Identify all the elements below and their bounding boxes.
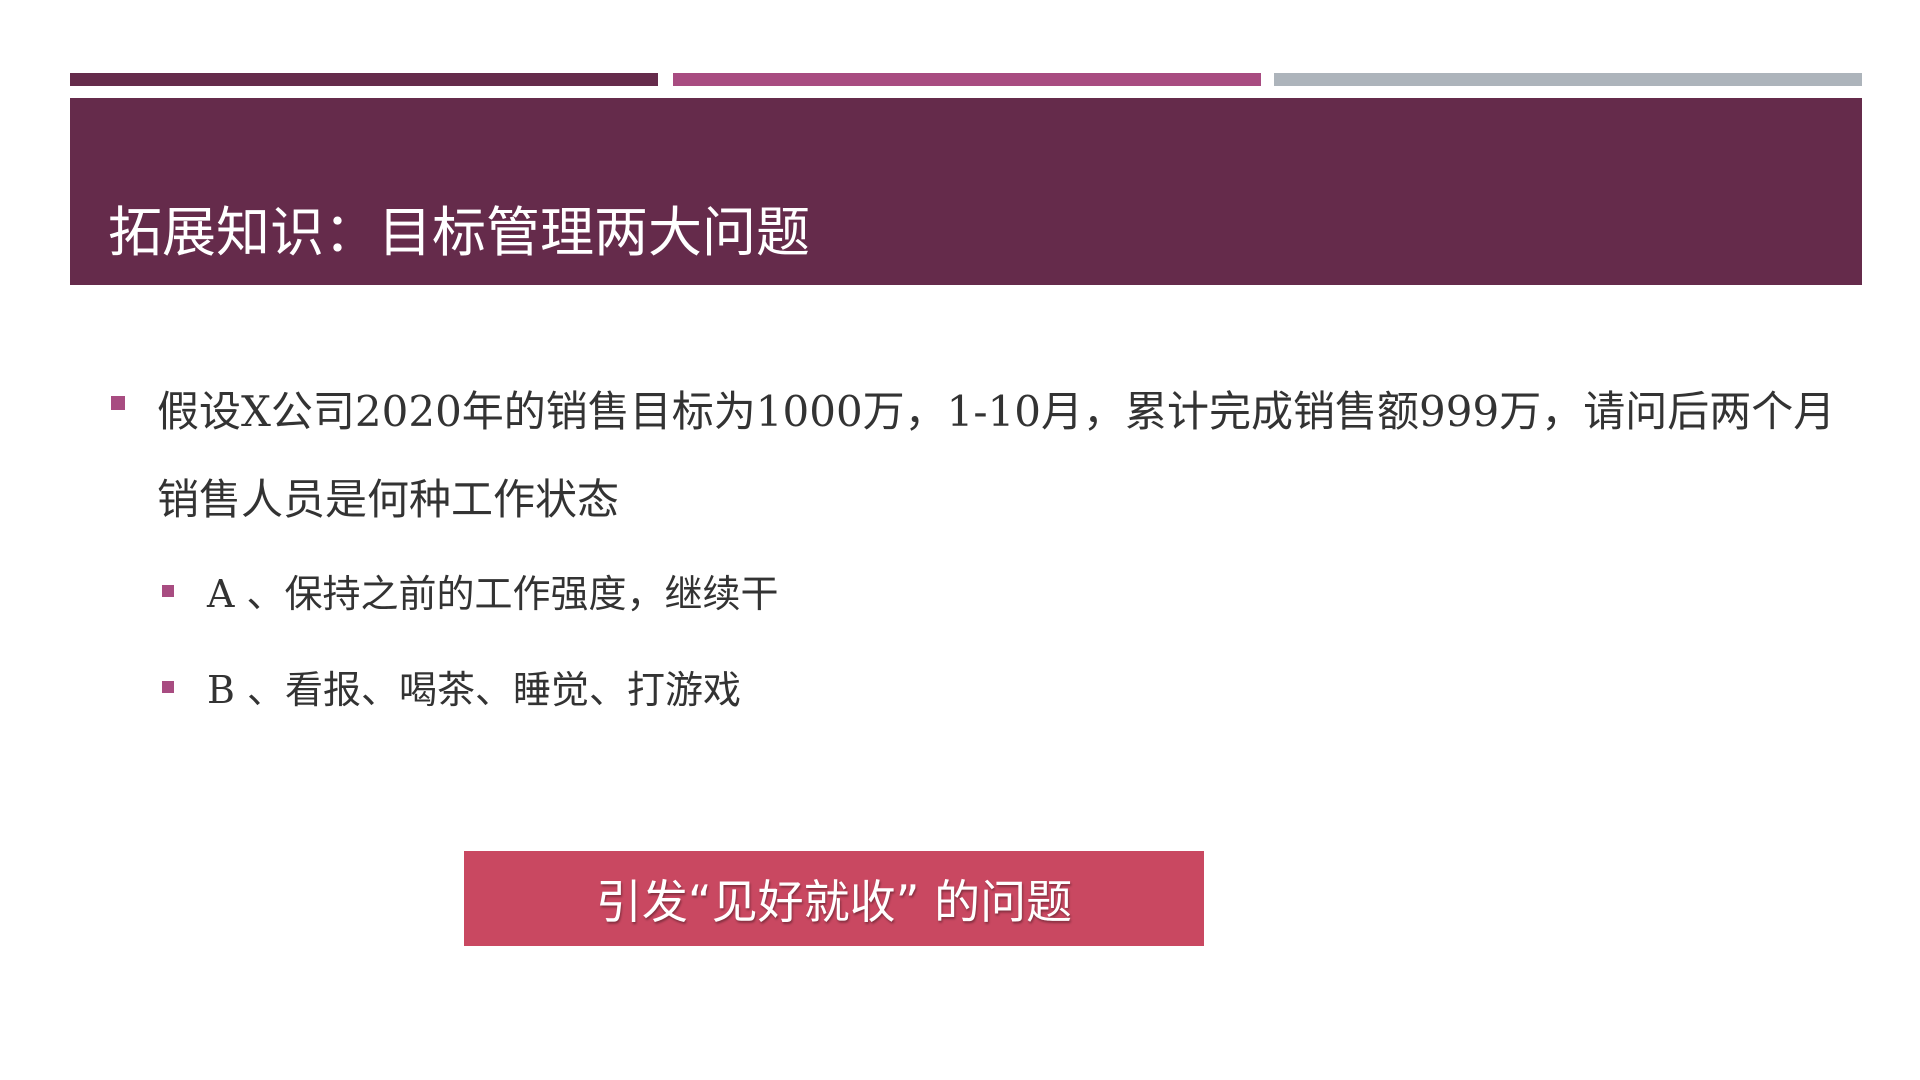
callout-text: 引发“见好就收” 的问题 xyxy=(595,874,1073,929)
main-bullet-text: 假设X公司2020年的销售目标为1000万，1-10月，累计完成销售额999万，… xyxy=(157,387,1836,524)
decor-bar-pink xyxy=(673,73,1261,86)
slide: 拓展知识：目标管理两大问题 假设X公司2020年的销售目标为1000万，1-10… xyxy=(0,0,1920,1080)
bullet-marker-icon xyxy=(162,681,174,693)
slide-title: 拓展知识：目标管理两大问题 xyxy=(108,201,810,264)
bullet-marker-icon xyxy=(111,396,125,410)
decor-bar-dark xyxy=(70,73,658,86)
callout-box: 引发“见好就收” 的问题 xyxy=(464,851,1204,946)
bullet-marker-icon xyxy=(162,585,174,597)
option-b-text: B 、看报、喝茶、睡觉、打游戏 xyxy=(207,668,742,712)
decor-bar-gray xyxy=(1274,73,1862,86)
option-a-text: A 、保持之前的工作强度，继续干 xyxy=(207,572,779,616)
